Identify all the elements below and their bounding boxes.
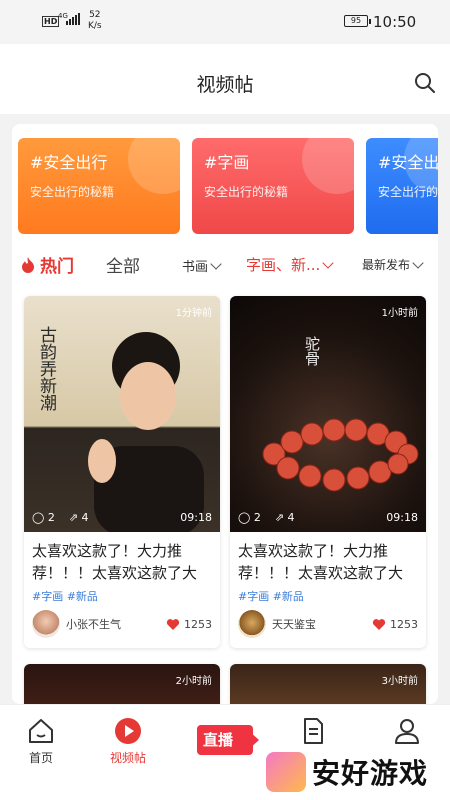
like-button[interactable]: 1253 (372, 618, 418, 631)
post-footer: 天天鉴宝 1253 (238, 610, 418, 638)
username[interactable]: 小张不生气 (66, 616, 166, 632)
status-bar: HD 4G 52 K/s 95 10:50 (0, 0, 450, 44)
video-thumbnail[interactable]: 古韵弄新潮 1分钟前 ◯ 2 ⇗ 4 09:18 (24, 296, 220, 532)
video-thumbnail[interactable]: 3小时前 (230, 664, 426, 704)
video-post-card[interactable]: 驼骨 1小时前 ◯ 2 ⇗ 4 09:18 太喜欢这款了！大力推荐！！！太喜欢这… (230, 296, 426, 648)
watermark-name: 安好游戏 (312, 757, 429, 790)
thumbnail-illustration: 古韵弄新潮 (36, 326, 204, 532)
poster-text: 驼骨 (303, 336, 321, 366)
like-button[interactable]: 1253 (166, 618, 212, 631)
topic-card[interactable]: #安全出行 安全出行的秘籍 (366, 138, 438, 234)
tab-document[interactable] (278, 717, 348, 749)
watermark: 安好游戏 (262, 748, 448, 796)
chevron-down-icon (412, 256, 424, 269)
tab-video[interactable]: 视频帖 (93, 717, 163, 766)
category-filter[interactable]: 书画 (182, 256, 222, 275)
video-post-card[interactable]: 2小时前 (24, 664, 220, 704)
sort-filter[interactable]: 最新发布 (362, 256, 424, 273)
post-stats: ◯ 2 ⇗ 4 (32, 511, 89, 524)
topic-subtitle: 安全出行的秘籍 (378, 185, 438, 199)
hd-indicator: HD (42, 16, 60, 27)
tab-profile[interactable] (372, 717, 442, 749)
video-post-card[interactable]: 3小时前 (230, 664, 426, 704)
tab-all[interactable]: 全部 (106, 252, 140, 277)
like-count: 1253 (184, 617, 212, 631)
play-icon (115, 718, 141, 744)
feed-tabs: 热门 全部 书画 字画、新... 最新发布 (12, 248, 438, 278)
video-thumbnail[interactable]: 驼骨 1小时前 ◯ 2 ⇗ 4 09:18 (230, 296, 426, 532)
tab-label: 首页 (28, 751, 53, 765)
user-icon (395, 719, 419, 744)
post-tags[interactable]: #字画 #新品 (230, 584, 426, 608)
post-stats: ◯ 2 ⇗ 4 (238, 511, 295, 524)
gamepad-logo-icon (266, 752, 306, 792)
post-footer: 小张不生气 1253 (32, 610, 212, 638)
comment-count: ◯ 2 (238, 511, 261, 524)
post-tags[interactable]: #字画 #新品 (24, 584, 220, 608)
heart-icon (372, 618, 386, 630)
topic-card[interactable]: #安全出行 安全出行的秘籍 (18, 138, 180, 234)
battery-icon: 95 (344, 15, 371, 27)
username[interactable]: 天天鉴宝 (272, 616, 372, 632)
video-duration: 09:18 (180, 511, 212, 524)
search-icon[interactable] (414, 72, 436, 94)
filter-label: 字画、新... (246, 256, 321, 274)
comment-count: ◯ 2 (32, 511, 55, 524)
video-thumbnail[interactable]: 2小时前 (24, 664, 220, 704)
avatar[interactable] (238, 610, 266, 638)
post-time: 1分钟前 (175, 308, 212, 319)
filter-label: 最新发布 (362, 258, 411, 272)
topic-subtitle: 安全出行的秘籍 (30, 185, 115, 199)
clock: 10:50 (373, 13, 417, 31)
video-post-card[interactable]: 古韵弄新潮 1分钟前 ◯ 2 ⇗ 4 09:18 太喜欢这款了！大力推荐！！！太… (24, 296, 220, 648)
home-icon (29, 719, 53, 743)
post-caption: 太喜欢这款了！大力推荐！！！太喜欢这款了大力... (238, 542, 404, 582)
chevron-down-icon (322, 256, 334, 269)
filter-label: 书画 (182, 260, 209, 275)
post-time: 2小时前 (175, 676, 212, 687)
topic-card[interactable]: #字画 安全出行的秘籍 (192, 138, 354, 234)
post-time: 1小时前 (381, 308, 418, 319)
topic-subtitle: 安全出行的秘籍 (204, 185, 289, 199)
heart-icon (166, 618, 180, 630)
post-time: 3小时前 (381, 676, 418, 687)
app-header: 视频帖 (0, 44, 450, 114)
network-speed: 52 K/s (88, 10, 102, 31)
tag-filter[interactable]: 字画、新... (246, 254, 334, 275)
poster-text: 古韵弄新潮 (36, 326, 57, 412)
thumbnail-illustration: 驼骨 (262, 336, 419, 492)
chevron-down-icon (210, 257, 222, 270)
avatar[interactable] (32, 610, 60, 638)
like-count: 1253 (390, 617, 418, 631)
tab-hot[interactable]: 热门 (20, 252, 74, 277)
post-caption: 太喜欢这款了！大力推荐！！！太喜欢这款了大力... (32, 542, 198, 582)
fire-icon (22, 256, 34, 273)
video-duration: 09:18 (386, 511, 418, 524)
document-icon (304, 718, 323, 744)
page-title: 视频帖 (196, 74, 254, 96)
tab-label: 热门 (40, 257, 74, 277)
share-count: ⇗ 4 (68, 511, 89, 524)
share-count: ⇗ 4 (274, 511, 295, 524)
tab-label: 视频帖 (109, 751, 146, 765)
tab-home[interactable]: 首页 (6, 717, 76, 766)
content-panel: #安全出行 安全出行的秘籍 #字画 安全出行的秘籍 #安全出行 安全出行的秘籍 … (12, 124, 438, 704)
live-button[interactable]: 直播 (197, 725, 259, 755)
signal-icon (66, 13, 80, 25)
